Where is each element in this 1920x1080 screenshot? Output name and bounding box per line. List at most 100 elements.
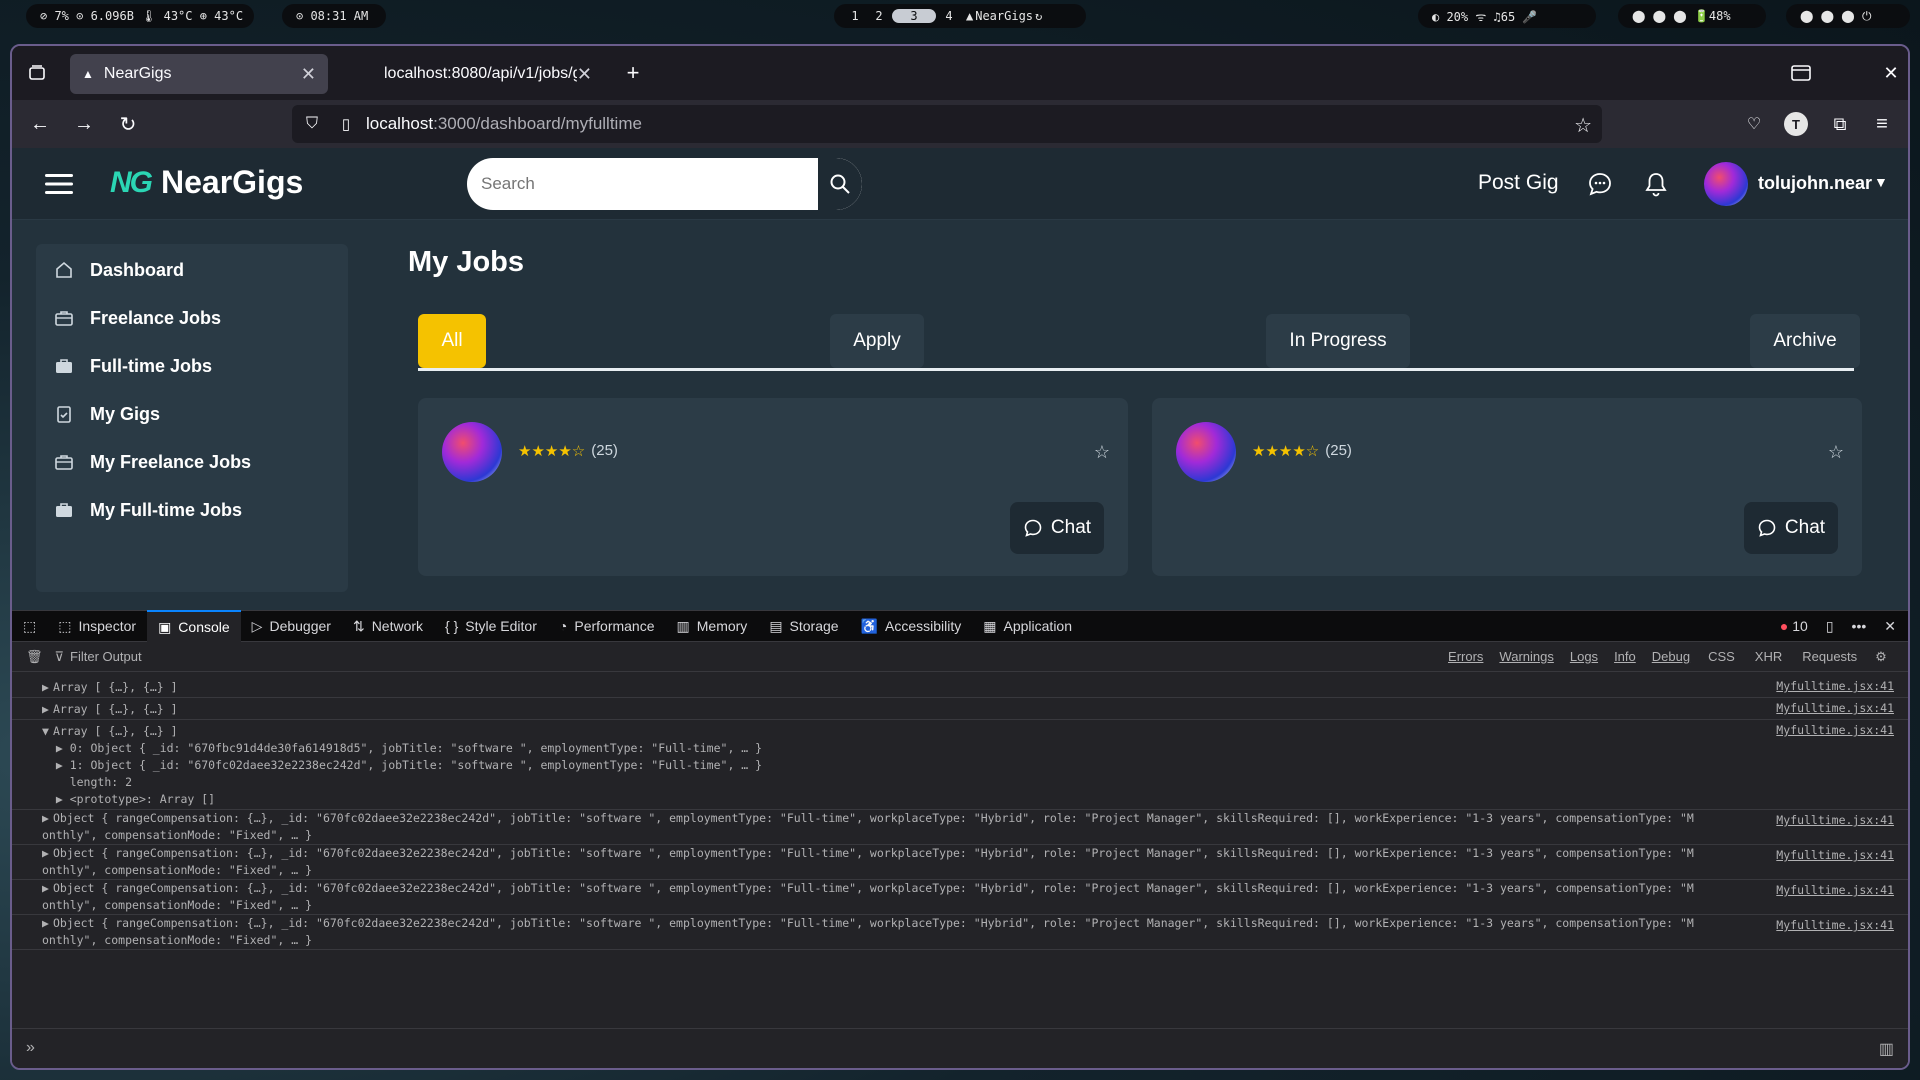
workspace-1[interactable]: 1 — [844, 9, 866, 23]
error-count-badge[interactable]: ● 10 — [1780, 618, 1808, 634]
messages-icon[interactable] — [1586, 170, 1614, 198]
bookmark-star-icon[interactable]: ☆ — [1574, 113, 1592, 138]
workspace-3[interactable]: 3 — [892, 9, 936, 23]
window-list-icon[interactable] — [1788, 60, 1814, 86]
expand-triangle-icon[interactable]: ▶ — [42, 916, 49, 930]
forward-icon[interactable]: → — [72, 112, 96, 136]
console-input[interactable]: » ▥ — [12, 1028, 1908, 1068]
console-settings-icon[interactable]: ⚙ — [1867, 649, 1895, 665]
filter-errors[interactable]: Errors — [1440, 649, 1491, 664]
split-console-icon[interactable]: ▥ — [1879, 1039, 1894, 1059]
log-source-link[interactable]: Myfulltime.jsx:41 — [1776, 883, 1894, 897]
new-tab-icon[interactable]: + — [620, 60, 646, 86]
sidebar-item-my-freelance-jobs[interactable]: My Freelance Jobs — [54, 442, 251, 482]
sidebar-item-freelance-jobs[interactable]: Freelance Jobs — [54, 298, 221, 338]
sidebar-item-dashboard[interactable]: Dashboard — [54, 250, 184, 290]
log-source-link[interactable]: Myfulltime.jsx:41 — [1776, 723, 1894, 737]
sidebar-item-my-full-time-jobs[interactable]: My Full-time Jobs — [54, 490, 242, 530]
element-picker-icon[interactable]: ⬚ — [12, 610, 47, 642]
tab-api[interactable]: localhost:8080/api/v1/jobs/g ✕ — [372, 54, 604, 94]
tab-network[interactable]: ⇅ Network — [342, 610, 434, 642]
sidebar-item-my-gigs[interactable]: My Gigs — [54, 394, 160, 434]
console-log-row[interactable]: ▶ Object { rangeCompensation: {…}, _id: "… — [12, 810, 1908, 845]
log-source-link[interactable]: Myfulltime.jsx:41 — [1776, 679, 1894, 693]
tab-accessibility[interactable]: ♿ Accessibility — [850, 610, 973, 642]
post-gig-link[interactable]: Post Gig — [1478, 171, 1559, 195]
filter-info[interactable]: Info — [1606, 649, 1644, 664]
tab-style-editor[interactable]: { } Style Editor — [434, 610, 548, 642]
style-editor-icon: { } — [445, 618, 459, 634]
console-log-row[interactable]: ▶ Object { rangeCompensation: {…}, _id: "… — [12, 915, 1908, 950]
menu-icon[interactable]: ≡ — [1870, 112, 1894, 136]
expand-triangle-icon[interactable]: ▶ — [42, 881, 49, 895]
more-options-icon[interactable]: ••• — [1852, 618, 1867, 634]
filter-debug[interactable]: Debug — [1644, 649, 1698, 664]
back-icon[interactable]: ← — [28, 112, 52, 136]
expand-triangle-icon[interactable]: ▶ — [42, 702, 49, 716]
tab-memory[interactable]: ▥ Memory — [666, 610, 759, 642]
close-tab-icon[interactable]: ✕ — [301, 64, 316, 85]
log-source-link[interactable]: Myfulltime.jsx:41 — [1776, 918, 1894, 932]
console-log-row[interactable]: ▶ Object { rangeCompensation: {…}, _id: "… — [12, 845, 1908, 880]
tab-application[interactable]: ▦ Application — [972, 610, 1083, 642]
dock-side-icon[interactable]: ▯ — [1826, 618, 1834, 635]
expand-triangle-icon[interactable]: ▶ — [42, 811, 49, 825]
expand-triangle-icon[interactable]: ▶ — [42, 846, 49, 860]
extensions-icon[interactable]: ⧉ — [1828, 112, 1852, 136]
filter-output-input[interactable]: Filter Output — [70, 649, 1440, 664]
user-avatar[interactable] — [1704, 162, 1748, 206]
filter-css[interactable]: CSS — [1698, 649, 1745, 664]
close-devtools-icon[interactable]: ✕ — [1884, 618, 1896, 635]
favorite-star-icon[interactable]: ☆ — [1828, 442, 1844, 463]
filter-logs[interactable]: Logs — [1562, 649, 1606, 664]
tab-all[interactable]: All — [418, 314, 486, 368]
filter-requests[interactable]: Requests — [1792, 649, 1867, 664]
search-button[interactable] — [818, 158, 862, 210]
tab-console[interactable]: ▣ Console — [147, 610, 241, 642]
log-source-link[interactable]: Myfulltime.jsx:41 — [1776, 813, 1894, 827]
pocket-icon[interactable]: ♡ — [1742, 112, 1766, 136]
sidebar-item-full-time-jobs[interactable]: Full-time Jobs — [54, 346, 212, 386]
notifications-bell-icon[interactable] — [1642, 170, 1670, 198]
console-log-row[interactable]: ▶ Array [ {…}, {…} ] Myfulltime.jsx:41 — [12, 676, 1908, 698]
console-log-row[interactable]: ▶ Object { rangeCompensation: {…}, _id: "… — [12, 880, 1908, 915]
shield-icon[interactable]: ⛉ — [292, 115, 332, 133]
tab-apply[interactable]: Apply — [830, 314, 924, 368]
close-tab-icon[interactable]: ✕ — [577, 64, 592, 85]
clear-console-icon[interactable]: 🗑 — [12, 649, 55, 665]
tab-archive[interactable]: Archive — [1750, 314, 1860, 368]
account-icon[interactable]: T — [1784, 112, 1808, 136]
workspace-4[interactable]: 4 — [938, 9, 960, 23]
log-source-link[interactable]: Myfulltime.jsx:41 — [1776, 848, 1894, 862]
console-log-row[interactable]: ▶ Array [ {…}, {…} ] Myfulltime.jsx:41 — [12, 698, 1908, 720]
tab-storage[interactable]: ▤ Storage — [758, 610, 849, 642]
search-input[interactable] — [467, 174, 807, 194]
tab-in-progress[interactable]: In Progress — [1266, 314, 1410, 368]
search-icon — [830, 174, 850, 194]
tab-inspector[interactable]: ⬚ Inspector — [47, 610, 147, 642]
tab-neargigs[interactable]: ▲ NearGigs ✕ — [70, 54, 328, 94]
brand[interactable]: NG NearGigs — [110, 164, 303, 201]
tab-performance[interactable]: ◔ Performance — [548, 610, 666, 642]
username[interactable]: tolujohn.near — [1758, 173, 1872, 194]
filter-warnings[interactable]: Warnings — [1491, 649, 1561, 664]
log-source-link[interactable]: Myfulltime.jsx:41 — [1776, 701, 1894, 715]
collapse-triangle-icon[interactable]: ▼ — [42, 724, 49, 738]
favorite-star-icon[interactable]: ☆ — [1094, 442, 1110, 463]
job-card[interactable]: ★★★★☆ (25) ☆ Chat — [418, 398, 1128, 576]
chevron-down-icon[interactable]: ▼ — [1874, 174, 1888, 190]
console-log-row[interactable]: ▼ Array [ {…}, {…} ] ▶ 0: Object { _id: "… — [12, 720, 1908, 810]
chat-button[interactable]: Chat — [1744, 502, 1838, 554]
tab-overview-icon[interactable] — [24, 60, 50, 86]
workspace-2[interactable]: 2 — [868, 9, 890, 23]
chat-button[interactable]: Chat — [1010, 502, 1104, 554]
close-window-icon[interactable]: ✕ — [1878, 60, 1904, 86]
expand-triangle-icon[interactable]: ▶ — [42, 680, 49, 694]
sidebar-item-label: My Freelance Jobs — [90, 451, 252, 472]
url-bar[interactable]: ⛉ ▯ localhost:3000/dashboard/myfulltime … — [292, 105, 1602, 143]
tab-debugger[interactable]: ▷ Debugger — [241, 610, 342, 642]
hamburger-menu-icon[interactable] — [44, 170, 74, 198]
job-card[interactable]: ★★★★☆ (25) ☆ Chat — [1152, 398, 1862, 576]
reload-icon[interactable]: ↻ — [116, 112, 140, 136]
filter-xhr[interactable]: XHR — [1745, 649, 1792, 664]
